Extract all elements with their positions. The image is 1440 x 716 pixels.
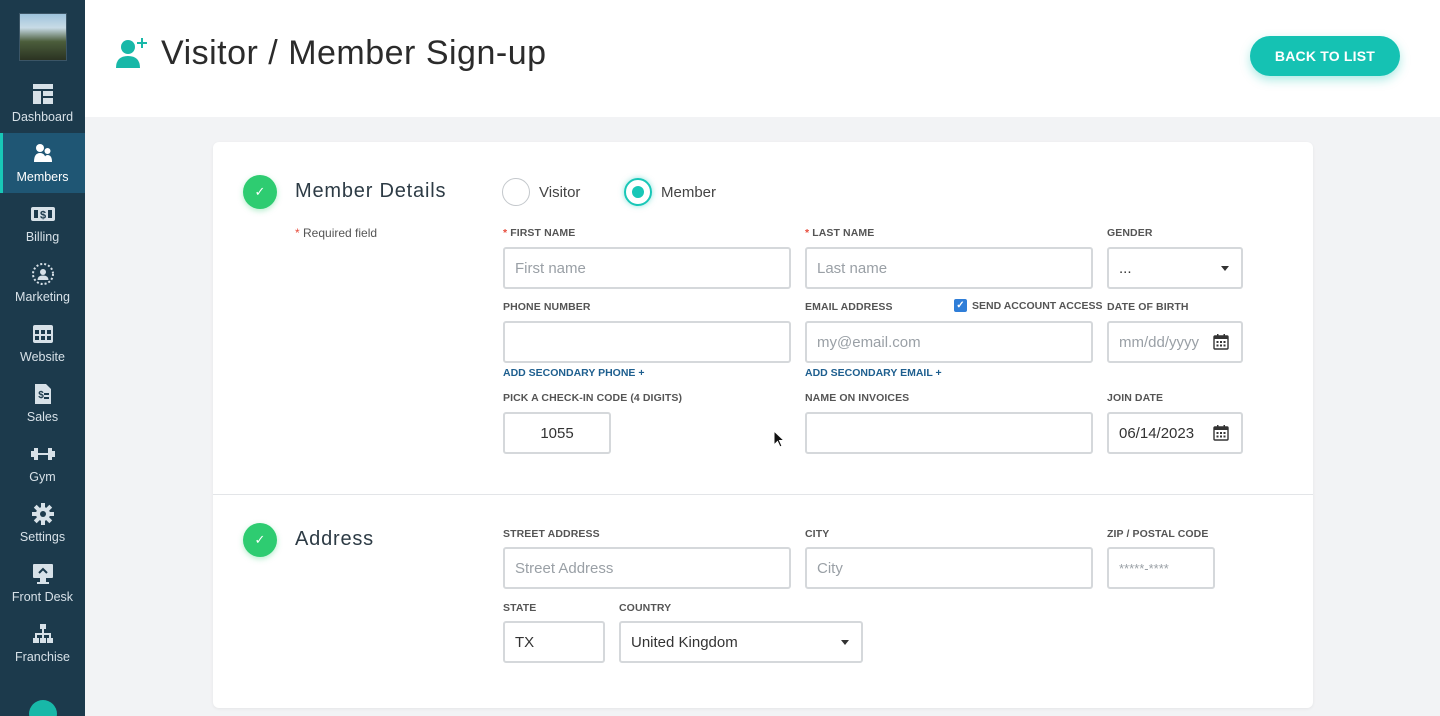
phone-input[interactable]: [503, 321, 791, 363]
first-name-label: * FIRST NAME: [503, 227, 576, 239]
sidebar-item-label: Sales: [26, 410, 59, 424]
sidebar-item-label: Gym: [29, 470, 56, 484]
visitor-radio[interactable]: Visitor: [502, 178, 580, 206]
checkin-code-input[interactable]: 1055: [503, 412, 611, 454]
add-secondary-email-link[interactable]: ADD SECONDARY EMAIL +: [805, 367, 942, 379]
city-input[interactable]: City: [805, 547, 1093, 589]
sidebar-item-franchise[interactable]: Franchise: [0, 613, 85, 673]
sidebar-item-label: Dashboard: [11, 110, 74, 124]
add-user-icon: [115, 36, 151, 75]
sidebar-item-label: Billing: [25, 230, 60, 244]
gender-label: GENDER: [1107, 227, 1153, 239]
sidebar-item-label: Settings: [19, 530, 66, 544]
sidebar-item-label: Members: [16, 170, 69, 184]
section-complete-check-icon: ✓: [243, 523, 277, 557]
caret-down-icon: [1221, 266, 1229, 271]
signup-form-card: ✓ Member Details * Required field Visito…: [213, 142, 1313, 708]
gym-logo[interactable]: [18, 12, 67, 61]
sidebar: Dashboard Members $ Billing Marketing We…: [0, 0, 85, 716]
radio-circle[interactable]: [624, 178, 652, 206]
gender-select[interactable]: ...: [1107, 247, 1243, 289]
sidebar-item-dashboard[interactable]: Dashboard: [0, 73, 85, 133]
dashboard-icon: [32, 82, 54, 106]
dob-input[interactable]: mm/dd/yyyy: [1107, 321, 1243, 363]
country-select[interactable]: United Kingdom: [619, 621, 863, 663]
city-label: CITY: [805, 528, 830, 540]
last-name-input[interactable]: Last name: [805, 247, 1093, 289]
checkbox-checked-icon[interactable]: ✓: [954, 299, 967, 312]
zip-label: ZIP / POSTAL CODE: [1107, 528, 1209, 540]
sidebar-item-gym[interactable]: Gym: [0, 433, 85, 493]
zip-input[interactable]: *****-****: [1107, 547, 1215, 589]
sidebar-item-billing[interactable]: $ Billing: [0, 193, 85, 253]
mouse-cursor-icon: [773, 429, 786, 453]
dumbbell-icon: [30, 442, 56, 466]
email-input[interactable]: my@email.com: [805, 321, 1093, 363]
calendar-icon[interactable]: [1213, 334, 1229, 354]
franchise-icon: [32, 622, 54, 646]
join-date-label: JOIN DATE: [1107, 392, 1164, 404]
radio-circle[interactable]: [502, 178, 530, 206]
sidebar-item-marketing[interactable]: Marketing: [0, 253, 85, 313]
phone-label: PHONE NUMBER: [503, 301, 591, 313]
dob-label: DATE OF BIRTH: [1107, 301, 1189, 313]
send-account-access-checkbox[interactable]: ✓ SEND ACCOUNT ACCESS: [954, 299, 1102, 312]
sidebar-item-settings[interactable]: Settings: [0, 493, 85, 553]
street-address-input[interactable]: Street Address: [503, 547, 791, 589]
members-icon: [32, 142, 54, 166]
sidebar-item-sales[interactable]: $ Sales: [0, 373, 85, 433]
billing-icon: $: [30, 202, 56, 226]
radio-label: Member: [661, 183, 717, 201]
front-desk-icon: [32, 562, 54, 586]
marketing-icon: [31, 262, 55, 286]
country-label: COUNTRY: [619, 602, 672, 614]
svg-text:$: $: [38, 390, 44, 401]
logo-area: [0, 0, 85, 73]
caret-down-icon: [841, 640, 849, 645]
first-name-input[interactable]: First name: [503, 247, 791, 289]
section-title-member-details: Member Details: [295, 180, 447, 202]
section-title-address: Address: [295, 528, 374, 550]
sidebar-item-members[interactable]: Members: [0, 133, 85, 193]
required-field-note: * Required field: [295, 226, 378, 240]
page-header: Visitor / Member Sign-up BACK TO LIST: [85, 0, 1440, 117]
section-complete-check-icon: ✓: [243, 175, 277, 209]
svg-text:$: $: [39, 210, 45, 222]
radio-label: Visitor: [539, 183, 581, 201]
back-to-list-button[interactable]: BACK TO LIST: [1250, 36, 1400, 76]
website-icon: [32, 322, 54, 346]
calendar-icon[interactable]: [1213, 425, 1229, 445]
invoice-name-input[interactable]: [805, 412, 1093, 454]
street-address-label: STREET ADDRESS: [503, 528, 600, 540]
state-input[interactable]: TX: [503, 621, 605, 663]
last-name-label: * LAST NAME: [805, 227, 875, 239]
email-label: EMAIL ADDRESS: [805, 301, 893, 313]
sidebar-item-label: Website: [20, 350, 65, 364]
sidebar-item-label: Franchise: [15, 650, 70, 664]
invoice-name-label: NAME ON INVOICES: [805, 392, 910, 404]
page-title: Visitor / Member Sign-up: [161, 34, 547, 72]
section-divider: [213, 494, 1313, 495]
gear-icon: [31, 502, 54, 526]
join-date-input[interactable]: 06/14/2023: [1107, 412, 1243, 454]
member-radio[interactable]: Member: [624, 178, 716, 206]
add-secondary-phone-link[interactable]: ADD SECONDARY PHONE +: [503, 367, 644, 379]
sidebar-item-front-desk[interactable]: Front Desk: [0, 553, 85, 613]
checkin-code-label: PICK A CHECK-IN CODE (4 DIGITS): [503, 392, 683, 404]
state-label: STATE: [503, 602, 537, 614]
sidebar-item-label: Marketing: [15, 290, 70, 304]
sidebar-item-label: Front Desk: [11, 590, 74, 604]
sidebar-item-website[interactable]: Website: [0, 313, 85, 373]
sales-icon: $: [33, 382, 53, 406]
user-avatar[interactable]: [29, 700, 57, 716]
